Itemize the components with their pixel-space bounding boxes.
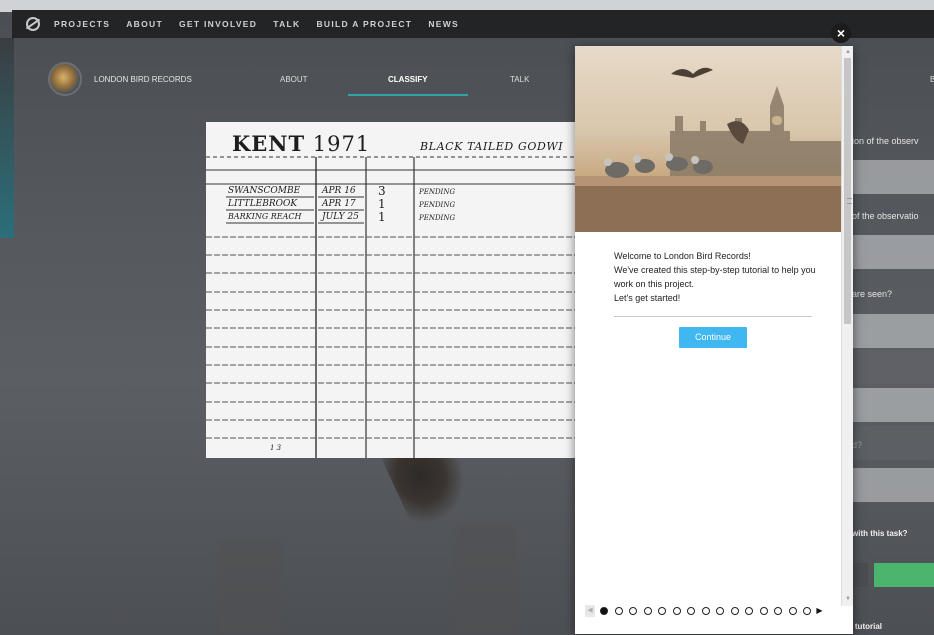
scroll-up-arrow-icon[interactable]: ▲ — [844, 48, 852, 56]
tutorial-line: We've created this step-by-step tutorial… — [614, 265, 816, 289]
background-tower — [455, 525, 515, 635]
global-nav-get-involved[interactable]: GET INVOLVED — [179, 19, 257, 29]
step-dot[interactable] — [629, 607, 637, 615]
background-tower — [220, 540, 280, 635]
step-dot[interactable] — [730, 607, 739, 615]
task-answer-box[interactable] — [842, 388, 934, 422]
modal-scrollbar[interactable]: ▲ ▼ — [841, 46, 853, 606]
step-dot[interactable] — [745, 607, 753, 615]
project-avatar[interactable] — [48, 62, 82, 96]
step-dot[interactable] — [716, 607, 724, 615]
step-dot[interactable] — [788, 607, 797, 615]
close-icon[interactable]: × — [831, 23, 851, 43]
project-nav-about[interactable]: ABOUT — [280, 75, 308, 84]
step-dot[interactable] — [600, 607, 608, 615]
step-dots — [600, 607, 818, 615]
subject-record-card[interactable]: KENT 1971 BLACK TAILED GODWI SWANSCOMBE … — [206, 122, 576, 458]
tutorial-stepper: ◀ ▶ — [585, 604, 824, 618]
tutorial-divider — [614, 316, 812, 317]
task-answer-box[interactable] — [842, 314, 934, 348]
project-title[interactable]: LONDON BIRD RECORDS — [94, 75, 192, 84]
card-row-status: PENDING — [419, 188, 456, 196]
task-answer-box[interactable] — [842, 235, 934, 269]
tutorial-hero-image — [575, 46, 841, 232]
project-nav-edge-item[interactable]: B — [930, 75, 934, 84]
task-tutorial-link[interactable]: t tutorial — [850, 622, 882, 631]
card-row-count: 1 — [378, 197, 386, 211]
task-question-3: are seen? — [852, 289, 893, 299]
global-nav-talk[interactable]: TALK — [273, 19, 300, 29]
step-dot[interactable] — [672, 607, 681, 615]
active-tab-indicator — [348, 94, 468, 96]
card-title-year: 1971 — [312, 132, 371, 156]
card-row-place: BARKING REACH — [228, 212, 302, 221]
task-panel: ion of the observ of the observatio are … — [842, 118, 934, 635]
card-row-status: PENDING — [419, 201, 456, 209]
card-title-county: KENT — [232, 131, 306, 156]
global-nav-about[interactable]: ABOUT — [126, 19, 163, 29]
card-row-count: 3 — [378, 184, 386, 198]
task-answer-box[interactable] — [842, 468, 934, 502]
step-dot[interactable] — [658, 607, 666, 615]
pigeons-westminster-illustration — [575, 67, 841, 232]
step-dot[interactable] — [614, 607, 623, 615]
card-row-place: SWANSCOMBE — [228, 186, 301, 196]
step-dot[interactable] — [774, 607, 782, 615]
step-dot[interactable] — [759, 607, 768, 615]
tutorial-line: Welcome to London Bird Records! — [614, 251, 751, 261]
project-nav-classify[interactable]: CLASSIFY — [388, 75, 428, 84]
task-answer-box[interactable] — [842, 426, 934, 460]
task-answer-box[interactable] — [842, 160, 934, 194]
record-card-lines — [206, 156, 576, 458]
scroll-grip-icon — [847, 198, 852, 204]
card-row-place: LITTLEBROOK — [228, 199, 298, 209]
tutorial-modal: Welcome to London Bird Records! We've cr… — [575, 46, 853, 634]
card-row-date: APR 16 — [322, 186, 356, 196]
task-question-1: ion of the observ — [852, 136, 919, 146]
card-row-date: JULY 25 — [322, 212, 359, 222]
task-done-button[interactable] — [874, 563, 934, 587]
card-row-date: APR 17 — [322, 199, 356, 209]
project-nav-talk[interactable]: TALK — [510, 75, 529, 84]
scroll-down-arrow-icon[interactable]: ▼ — [844, 595, 852, 603]
card-title: KENT 1971 — [232, 131, 370, 156]
card-species: BLACK TAILED GODWI — [420, 140, 564, 153]
global-nav-projects[interactable]: PROJECTS — [54, 19, 110, 29]
card-row-count: 1 — [378, 210, 386, 224]
task-help-link[interactable]: with this task? — [852, 529, 908, 538]
step-dot[interactable] — [643, 607, 652, 615]
global-nav-build-a-project[interactable]: BUILD A PROJECT — [316, 19, 412, 29]
tutorial-body: Welcome to London Bird Records! We've cr… — [614, 249, 820, 305]
previous-step-icon[interactable]: ◀ — [585, 605, 595, 617]
global-nav: PROJECTS ABOUT GET INVOLVED TALK BUILD A… — [12, 10, 934, 38]
step-dot[interactable] — [701, 607, 710, 615]
next-step-icon[interactable]: ▶ — [816, 605, 824, 617]
global-nav-news[interactable]: NEWS — [428, 19, 459, 29]
task-question-2: of the observatio — [852, 211, 919, 221]
tutorial-line: Let's get started! — [614, 293, 681, 303]
step-dot[interactable] — [803, 607, 811, 615]
task-answer-box[interactable] — [842, 350, 934, 384]
step-dot[interactable] — [687, 607, 695, 615]
card-row-status: PENDING — [419, 214, 456, 222]
continue-button[interactable]: Continue — [679, 327, 747, 348]
scroll-thumb[interactable] — [844, 58, 852, 324]
zooniverse-logo-icon[interactable] — [26, 17, 40, 31]
card-footer-mark: 1 3 — [270, 444, 282, 452]
